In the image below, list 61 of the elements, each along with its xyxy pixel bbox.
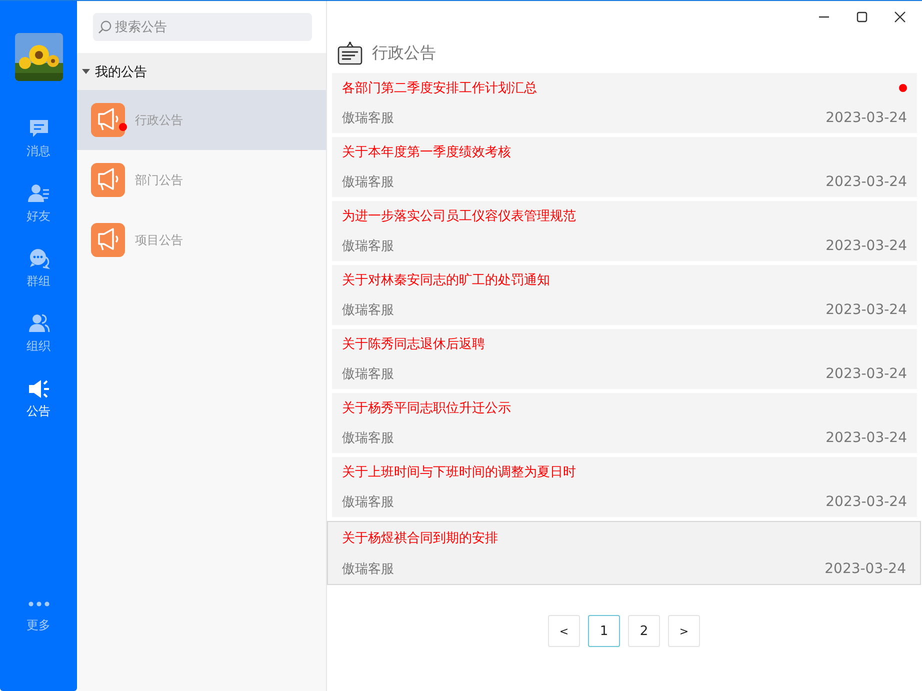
notice-board-icon bbox=[337, 40, 363, 66]
date-text: 2023-03-24 bbox=[826, 366, 907, 382]
date-text: 2023-03-24 bbox=[826, 430, 907, 446]
nav-item[interactable]: 好友 bbox=[26, 208, 50, 224]
notice-title: 关于对林秦安同志的旷工的处罚通知 bbox=[342, 272, 550, 289]
date-text: 2023-03-24 bbox=[826, 494, 907, 510]
author-text: 傲瑞客服 bbox=[342, 174, 394, 191]
nav-item[interactable]: 群组 bbox=[26, 273, 50, 289]
more-icon bbox=[28, 601, 50, 607]
notice-card[interactable]: 关于本年度第一季度绩效考核 傲瑞客服 2023-03-24 bbox=[332, 137, 917, 197]
author-text: 傲瑞客服 bbox=[342, 238, 394, 255]
message-icon bbox=[28, 118, 50, 140]
notice-card[interactable]: 关于杨煜祺合同到期的安排 傲瑞客服 2023-03-24 bbox=[327, 521, 921, 585]
nav-item[interactable]: 组织 bbox=[26, 338, 50, 354]
author-text: 傲瑞客服 bbox=[342, 560, 394, 578]
date-text: 2023-03-24 bbox=[826, 302, 907, 318]
notice-card[interactable]: 为进一步落实公司员工仪容仪表管理规范 傲瑞客服 2023-03-24 bbox=[332, 201, 917, 261]
maximize-icon bbox=[856, 11, 868, 23]
category-item[interactable]: 行政公告 bbox=[77, 90, 326, 150]
more-item[interactable]: 更多 bbox=[26, 617, 50, 633]
page-title: 行政公告 bbox=[372, 42, 436, 64]
search-field[interactable]: 搜索公告 bbox=[93, 13, 312, 41]
user-icon bbox=[28, 183, 50, 205]
date-text: 2023-03-24 bbox=[826, 174, 907, 190]
notice-title: 关于陈秀同志退休后返聘 bbox=[342, 336, 485, 353]
nav-item[interactable]: 公告 bbox=[26, 403, 50, 419]
previous-page-button[interactable]: < bbox=[548, 615, 580, 647]
notice-card[interactable]: 关于对林秦安同志的旷工的处罚通知 傲瑞客服 2023-03-24 bbox=[332, 265, 917, 325]
date-text: 2023-03-24 bbox=[824, 560, 906, 576]
group-header[interactable]: 我的公告 bbox=[77, 53, 326, 90]
chat-bubbles-icon bbox=[28, 248, 50, 270]
author-text: 傲瑞客服 bbox=[342, 494, 394, 511]
notice-title: 关于本年度第一季度绩效考核 bbox=[342, 144, 511, 161]
date-text: 2023-03-24 bbox=[826, 238, 907, 254]
notice-title: 为进一步落实公司员工仪容仪表管理规范 bbox=[342, 208, 576, 225]
notice-card[interactable]: 关于杨秀平同志职位升迁公示 傲瑞客服 2023-03-24 bbox=[332, 393, 917, 453]
notice-card[interactable]: 关于陈秀同志退休后返聘 傲瑞客服 2023-03-24 bbox=[332, 329, 917, 389]
megaphone-icon bbox=[91, 223, 125, 257]
date-text: 2023-03-24 bbox=[826, 110, 907, 126]
notice-title: 关于上班时间与下班时间的调整为夏日时 bbox=[342, 464, 576, 481]
notice-title: 关于杨秀平同志职位升迁公示 bbox=[342, 400, 511, 417]
users-icon bbox=[28, 313, 50, 335]
nav-item[interactable]: 消息 bbox=[26, 143, 50, 159]
category-item[interactable]: 项目公告 bbox=[77, 210, 326, 270]
author-text: 傲瑞客服 bbox=[342, 302, 394, 319]
caret-icon bbox=[82, 69, 90, 74]
megaphone-icon bbox=[91, 163, 125, 197]
megaphone-icon bbox=[91, 103, 125, 137]
author-text: 傲瑞客服 bbox=[342, 430, 394, 447]
category-item[interactable]: 部门公告 bbox=[77, 150, 326, 210]
speaker-icon bbox=[28, 378, 50, 400]
close-icon bbox=[894, 11, 906, 23]
notice-title: 各部门第二季度安排工作计划汇总 bbox=[342, 80, 537, 97]
author-text: 傲瑞客服 bbox=[342, 366, 394, 383]
next-page-button[interactable]: > bbox=[668, 615, 700, 647]
notice-card[interactable]: 各部门第二季度安排工作计划汇总 傲瑞客服 2023-03-24 bbox=[332, 73, 917, 133]
notice-title: 关于杨煜祺合同到期的安排 bbox=[342, 530, 498, 546]
page-button[interactable]: 2 bbox=[628, 615, 660, 647]
page-button[interactable]: 1 bbox=[588, 615, 620, 647]
author-text: 傲瑞客服 bbox=[342, 110, 394, 127]
notice-card[interactable]: 关于上班时间与下班时间的调整为夏日时 傲瑞客服 2023-03-24 bbox=[332, 457, 917, 517]
